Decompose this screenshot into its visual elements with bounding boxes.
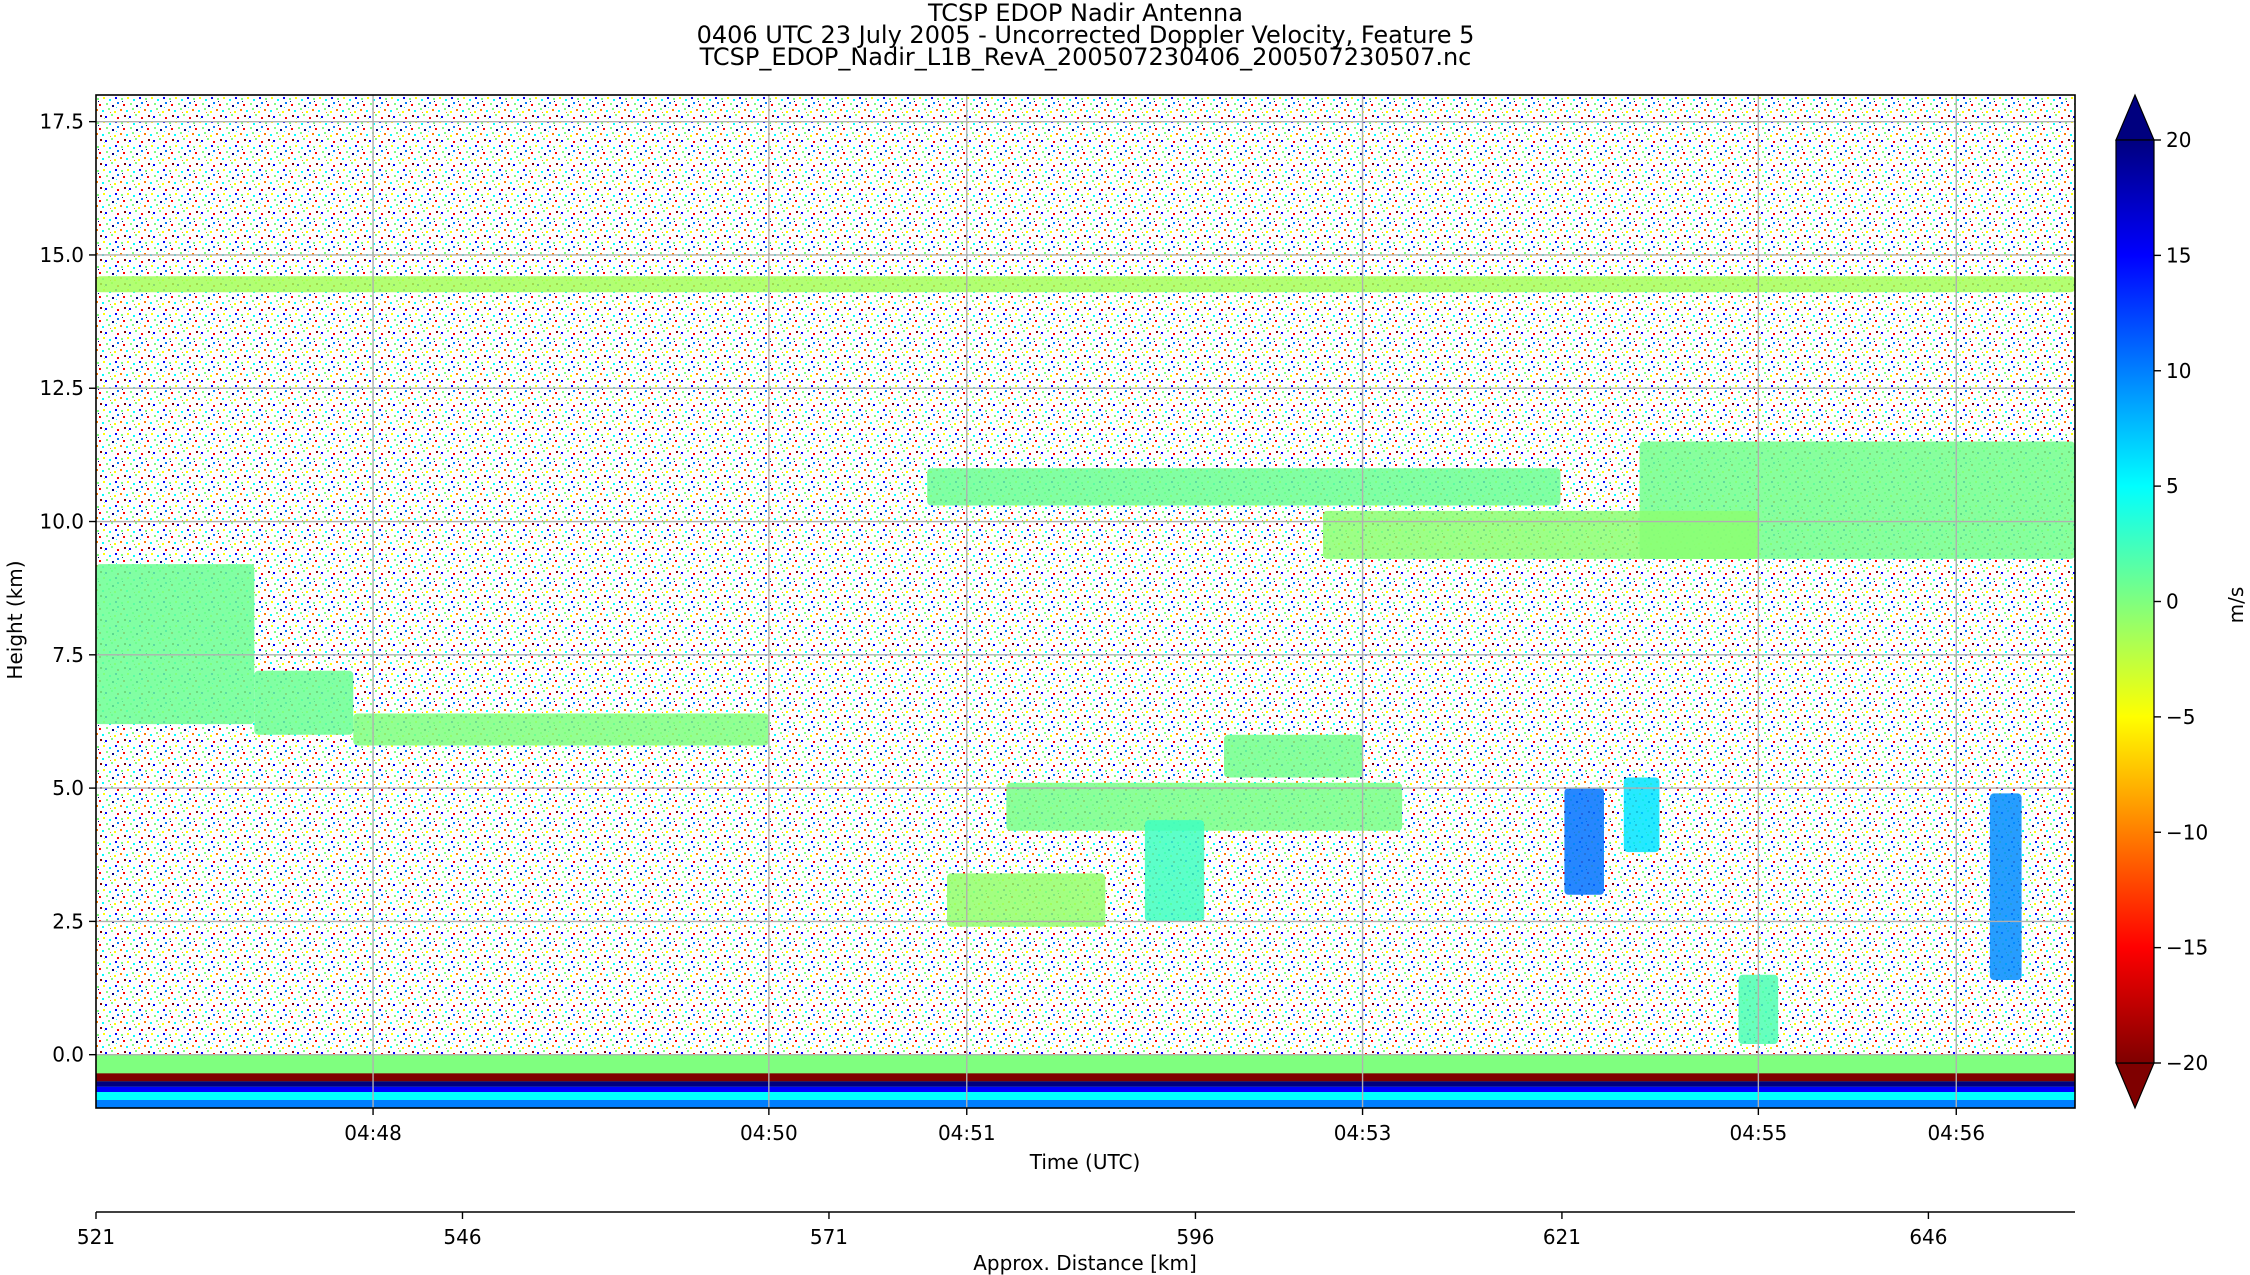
colorbar-tick-label: 20 [2166, 128, 2191, 152]
surface-return-band [96, 1081, 2075, 1087]
x-tick-label: 04:56 [1927, 1121, 1985, 1145]
colorbar-extend-min [2115, 1062, 2155, 1110]
distance-tick-label: 646 [1909, 1225, 1947, 1249]
distance-tick-label: 546 [443, 1225, 481, 1249]
echo-feature [254, 670, 354, 735]
distance-tick-label: 571 [810, 1225, 848, 1249]
surface-return-band [96, 1073, 2075, 1082]
colorbar-tick-label: −15 [2166, 936, 2208, 960]
x-tick-label: 04:55 [1730, 1121, 1788, 1145]
colorbar-extend-max [2115, 93, 2155, 141]
colorbar-tick-label: 10 [2166, 359, 2191, 383]
echo-feature [353, 713, 769, 746]
x-tick-label: 04:50 [740, 1121, 798, 1145]
distance-tick-label: 596 [1176, 1225, 1214, 1249]
echo-feature [946, 873, 1106, 927]
y-tick-label: 15.0 [39, 243, 84, 267]
colorbar-tick-label: −5 [2166, 705, 2195, 729]
plot-area [96, 95, 2075, 1108]
colorbar-tick-label: −20 [2166, 1051, 2208, 1075]
surface-return-band [96, 1086, 2075, 1093]
x-tick-label: 04:48 [344, 1121, 402, 1145]
y-tick-label: 5.0 [52, 776, 84, 800]
echo-noise [96, 95, 2075, 1108]
x-axis: 04:48 04:50 04:51 04:53 04:55 04:56 [344, 1108, 1985, 1145]
surface-return-band [96, 1100, 2075, 1108]
colorbar-tick-label: 15 [2166, 243, 2191, 267]
distance-axis-label: Approx. Distance [km] [973, 1251, 1197, 1275]
echo-feature [927, 468, 1561, 506]
echo-feature [1006, 782, 1403, 831]
y-axis: 0.0 2.5 5.0 7.5 10.0 12.5 15.0 17.5 [39, 110, 96, 1067]
y-tick-label: 17.5 [39, 110, 84, 134]
y-tick-label: 2.5 [52, 909, 84, 933]
echo-feature [1224, 734, 1363, 778]
y-tick-label: 12.5 [39, 376, 84, 400]
echo-feature [96, 276, 2075, 293]
chart-canvas: 0.02.55.07.510.012.515.017.5 04:48 04:50 0… [3, 93, 2248, 1275]
echo-feature [96, 564, 255, 725]
echo-feature [1989, 793, 2022, 981]
y-tick-label: 0.0 [52, 1043, 84, 1067]
surface-return-band [96, 1092, 2075, 1101]
colorbar-tick-label: 5 [2166, 474, 2179, 498]
colorbar-tick-label: 0 [2166, 590, 2179, 614]
y-tick-label: 7.5 [52, 643, 84, 667]
x-axis-label: Time (UTC) [1029, 1150, 1141, 1174]
echo-feature [1144, 820, 1205, 922]
echo-feature [1322, 510, 1759, 559]
distance-tick-label: 521 [77, 1225, 115, 1249]
colorbar-tick-label: −10 [2166, 820, 2208, 844]
distance-axis: 521 546 571 596 621 646 [77, 1211, 2075, 1249]
y-axis-label: Height (km) [3, 560, 27, 679]
distance-tick-label: 621 [1543, 1225, 1581, 1249]
x-tick-label: 04:51 [938, 1121, 996, 1145]
colorbar-gradient [2115, 139, 2155, 1064]
echo-feature [1564, 788, 1604, 895]
colorbar: 20 15 10 5 0 −5 −10 −15 −20 [2115, 93, 2208, 1110]
y-tick-label: 10.0 [39, 510, 84, 534]
x-tick-label: 04:53 [1334, 1121, 1392, 1145]
colorbar-label: m/s [2224, 587, 2248, 624]
